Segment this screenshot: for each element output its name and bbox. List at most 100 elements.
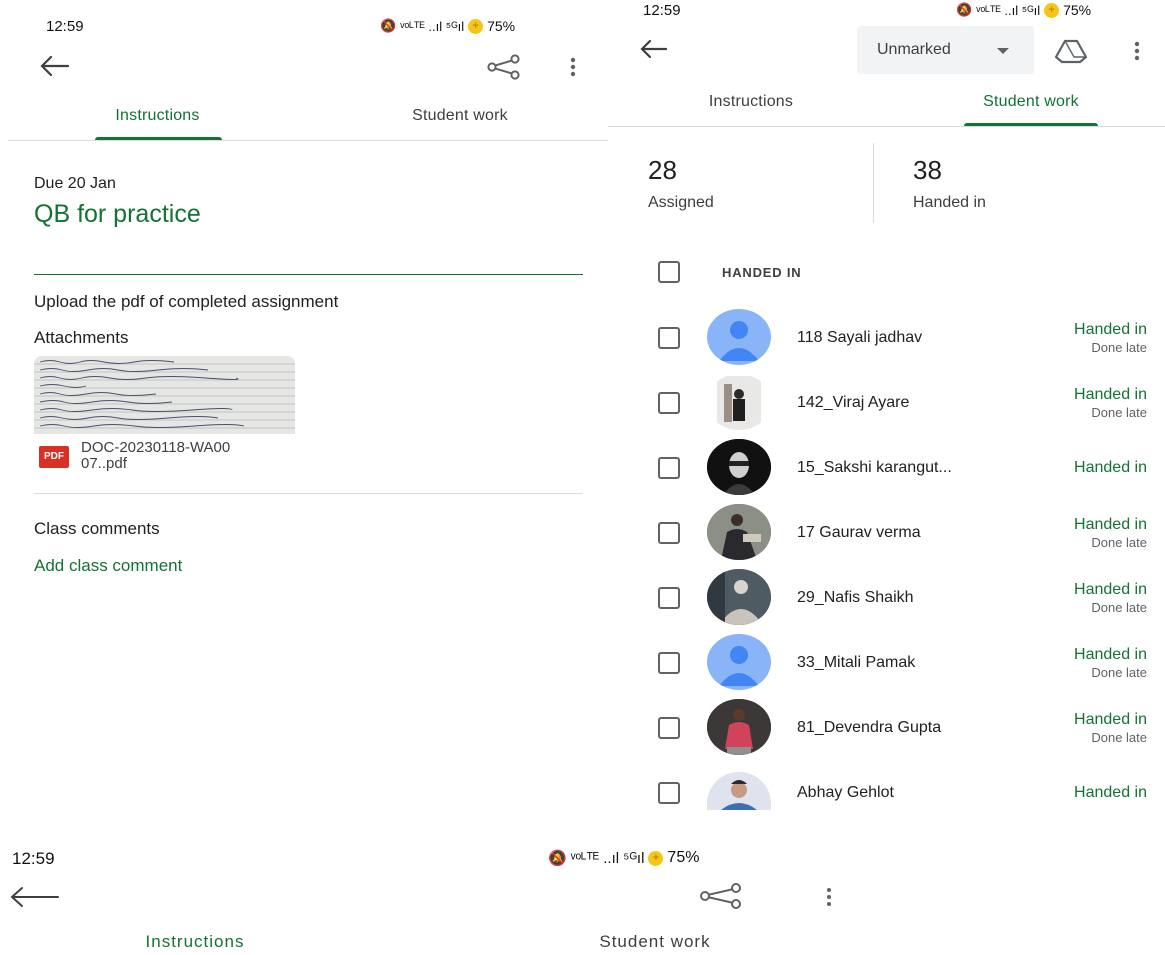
status-icons: 🔕 ᵛᵒᴸᵀᴱ ..ıl ⁵ᴳıl + 75%	[548, 849, 699, 867]
tabs-divider	[608, 126, 1165, 127]
stat-handed-in[interactable]: 38 Handed in	[913, 155, 1113, 212]
assigned-count: 28	[648, 155, 677, 185]
more-options-button[interactable]	[1130, 40, 1144, 64]
more-vert-icon	[570, 57, 576, 77]
profile-photo	[707, 569, 771, 625]
avatar	[707, 309, 771, 365]
profile-photo	[707, 772, 771, 810]
tab-instructions[interactable]: Instructions	[666, 93, 836, 111]
share-icon	[487, 54, 520, 80]
tab-student-work[interactable]: Student work	[946, 93, 1116, 111]
tab-instructions[interactable]: Instructions	[80, 932, 310, 952]
student-row[interactable]: 81_Devendra Gupta Handed in Done late	[608, 695, 1165, 760]
dropdown-caret-icon	[997, 48, 1009, 54]
battery-saver-icon: +	[468, 18, 484, 34]
screen-instructions-partial: 12:59 🔕 ᵛᵒᴸᵀᴱ ..ıl ⁵ᴳıl + 75% Instructio…	[0, 840, 1165, 955]
share-button[interactable]	[486, 54, 522, 82]
student-row[interactable]: Abhay Gehlot Handed in	[608, 760, 1165, 810]
battery-percent: 75%	[1063, 2, 1092, 18]
back-button[interactable]	[38, 52, 72, 82]
student-checkbox[interactable]	[658, 717, 680, 739]
student-name: 81_Devendra Gupta	[797, 719, 942, 736]
open-drive-button[interactable]	[1054, 38, 1088, 64]
attachment-thumbnail	[34, 356, 295, 434]
pdf-icon: PDF	[39, 446, 69, 468]
avatar	[707, 634, 771, 690]
assignment-title: QB for practice	[34, 200, 201, 228]
avatar	[707, 439, 771, 495]
student-checkbox[interactable]	[658, 457, 680, 479]
attachments-heading: Attachments	[34, 328, 129, 347]
filter-label: Unmarked	[877, 41, 951, 58]
screen-student-work: 12:59 🔕 ᵛᵒᴸᵀᴱ ..ıl ⁵ᴳıl + 75% Unmarked I…	[608, 0, 1165, 810]
tab-student-work[interactable]: Student work	[370, 107, 550, 125]
student-checkbox[interactable]	[658, 782, 680, 804]
mute-icon: 🔕	[548, 850, 567, 867]
student-row[interactable]: 15_Sakshi karangut... Handed in	[608, 435, 1165, 500]
profile-photo	[717, 376, 761, 430]
network-icons: ᵛᵒᴸᵀᴱ ..ıl ⁵ᴳıl	[570, 849, 645, 867]
back-button[interactable]	[8, 884, 60, 912]
student-row[interactable]: 17 Gaurav verma Handed in Done late	[608, 500, 1165, 565]
assigned-label: Assigned	[648, 194, 714, 211]
status-done-late: Done late	[1091, 535, 1147, 550]
mute-icon: 🔕	[956, 2, 973, 17]
student-checkbox[interactable]	[658, 652, 680, 674]
stats-divider	[873, 143, 874, 223]
share-icon	[700, 883, 741, 909]
status-icons: 🔕 ᵛᵒᴸᵀᴱ ..ıl ⁵ᴳıl + 75%	[956, 2, 1091, 18]
student-name: 118 Sayali jadhav	[797, 329, 923, 346]
student-name: 17 Gaurav verma	[797, 524, 921, 541]
student-row[interactable]: 118 Sayali jadhav Handed in Done late	[608, 305, 1165, 370]
status-done-late: Done late	[1091, 665, 1147, 680]
more-vert-icon	[827, 888, 831, 906]
assignment-description: Upload the pdf of completed assignment	[34, 292, 339, 311]
drive-icon	[1054, 39, 1088, 64]
mute-icon: 🔕	[380, 18, 397, 33]
attachment-card[interactable]: PDF DOC-20230118-WA00 07..pdf	[34, 356, 295, 478]
profile-photo	[707, 439, 771, 495]
avatar	[707, 569, 771, 625]
attachment-filename: DOC-20230118-WA00 07..pdf	[81, 440, 230, 472]
status-time: 12:59	[46, 18, 84, 35]
stat-assigned[interactable]: 28 Assigned	[648, 155, 848, 212]
default-avatar-icon	[719, 321, 759, 361]
student-name: 15_Sakshi karangut...	[797, 459, 952, 476]
select-all-checkbox[interactable]	[658, 261, 680, 283]
share-button[interactable]	[698, 882, 744, 912]
avatar	[707, 772, 771, 810]
battery-saver-icon: +	[648, 850, 664, 866]
network-icons: ᵛᵒᴸᵀᴱ ..ıl ⁵ᴳıl	[400, 18, 465, 34]
student-name: Abhay Gehlot	[797, 784, 894, 801]
battery-saver-icon: +	[1044, 2, 1060, 18]
student-checkbox[interactable]	[658, 327, 680, 349]
filter-dropdown[interactable]: Unmarked	[857, 26, 1034, 74]
arrow-back-icon	[10, 887, 59, 907]
tab-instructions[interactable]: Instructions	[70, 107, 245, 125]
more-options-button[interactable]	[566, 56, 580, 80]
add-class-comment-link[interactable]: Add class comment	[34, 556, 182, 576]
student-checkbox[interactable]	[658, 522, 680, 544]
student-name: 29_Nafis Shaikh	[797, 589, 914, 606]
status-handed-in: Handed in	[1074, 321, 1147, 338]
avatar	[707, 504, 771, 560]
student-row[interactable]: 29_Nafis Shaikh Handed in Done late	[608, 565, 1165, 630]
status-time: 12:59	[12, 849, 55, 868]
student-checkbox[interactable]	[658, 587, 680, 609]
profile-photo	[707, 699, 771, 755]
avatar	[707, 374, 771, 430]
status-time: 12:59	[643, 2, 681, 19]
more-options-button[interactable]	[822, 886, 836, 910]
battery-percent: 75%	[667, 849, 700, 866]
status-handed-in: Handed in	[1074, 516, 1147, 533]
student-row[interactable]: 33_Mitali Pamak Handed in Done late	[608, 630, 1165, 695]
battery-percent: 75%	[487, 18, 516, 34]
handed-in-label: Handed in	[913, 194, 986, 211]
student-row[interactable]: 142_Viraj Ayare Handed in Done late	[608, 370, 1165, 435]
class-comments-heading: Class comments	[34, 519, 160, 538]
back-button[interactable]	[638, 36, 672, 64]
student-checkbox[interactable]	[658, 392, 680, 414]
status-done-late: Done late	[1091, 340, 1147, 355]
status-done-late: Done late	[1091, 730, 1147, 745]
tab-student-work[interactable]: Student work	[520, 932, 790, 952]
